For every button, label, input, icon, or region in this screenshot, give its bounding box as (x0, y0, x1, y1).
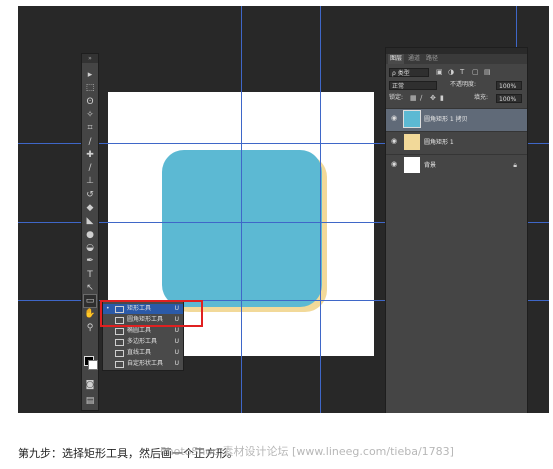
rounded-rectangle-shape[interactable] (162, 150, 322, 307)
magic-wand-icon[interactable]: ✧ (84, 109, 96, 121)
flyout-item[interactable]: 椭圆工具 U (103, 326, 183, 336)
layers-panel: 图层 通道 路径 ρ 类型 ▣ ◑ T ▢ ▤ 正常 不透明度: 100% 锁定… (385, 47, 528, 413)
flyout-item-label: 直线工具 (127, 349, 152, 356)
flyout-item-label: 自定形状工具 (127, 360, 164, 367)
layer-row[interactable]: ◉ 圆角矩形 1 拷贝 (386, 108, 527, 131)
layer-name: 圆角矩形 1 (424, 139, 454, 146)
filter-adjustment-icon[interactable]: ◑ (448, 67, 454, 77)
dodge-icon[interactable]: ◒ (84, 242, 96, 254)
zoom-icon[interactable]: ⚲ (84, 322, 96, 334)
marquee-icon[interactable]: ⬚ (84, 82, 96, 94)
move-icon[interactable]: ▸ (84, 69, 96, 81)
shape-tool-icon (115, 361, 124, 368)
tab-paths[interactable]: 路径 (426, 54, 438, 64)
filter-type-icon[interactable]: T (460, 67, 464, 77)
shortcut-key: U (174, 338, 179, 345)
opacity-input[interactable]: 100% (496, 81, 522, 90)
layer-name: 圆角矩形 1 拷贝 (424, 116, 468, 123)
tab-channels[interactable]: 通道 (408, 54, 420, 64)
blend-mode-select[interactable]: 正常 (389, 81, 437, 90)
guide-vertical[interactable] (241, 6, 242, 413)
shape-tool-icon (115, 339, 124, 346)
shortcut-key: U (174, 360, 179, 367)
lock-icon: 🔒︎ (513, 161, 517, 169)
lasso-icon[interactable]: ʘ (84, 96, 96, 108)
tools-panel-header[interactable]: » (82, 54, 98, 63)
photoshop-workspace: » ▸ ⬚ ʘ ✧ ⌗ ∕ ✚ ∕ ⊥ ↺ ◆ ◣ ● ◒ ✒ T ↖ ▭ ✋ ⚲ ◙ ▤ • 矩形工具 U 圆角矩形工具 U… (18, 6, 549, 413)
layer-thumbnail (404, 134, 420, 150)
pen-icon[interactable]: ✒ (84, 255, 96, 267)
tab-layers[interactable]: 图层 (388, 54, 405, 64)
layer-thumbnail (404, 157, 420, 173)
crop-icon[interactable]: ⌗ (84, 122, 96, 134)
visibility-eye-icon[interactable]: ◉ (391, 114, 397, 122)
healing-brush-icon[interactable]: ✚ (84, 149, 96, 161)
path-selection-icon[interactable]: ↖ (84, 282, 96, 294)
shortcut-key: U (174, 327, 179, 334)
flyout-item-label: 椭圆工具 (127, 327, 152, 334)
history-brush-icon[interactable]: ↺ (84, 189, 96, 201)
type-icon[interactable]: T (84, 269, 96, 281)
rectangle-tool-icon[interactable]: ▭ (83, 294, 97, 309)
visibility-eye-icon[interactable]: ◉ (391, 137, 397, 145)
lock-transparency-icon[interactable]: ▦ (410, 93, 417, 103)
quick-mask-icon[interactable]: ◙ (84, 379, 96, 391)
clone-stamp-icon[interactable]: ⊥ (84, 175, 96, 187)
lock-label: 锁定: (389, 94, 404, 101)
flyout-item-label: 多边形工具 (127, 338, 158, 345)
guide-vertical[interactable] (320, 6, 321, 413)
layers-panel-tabs: 图层 通道 路径 (386, 54, 527, 64)
fill-input[interactable]: 100% (496, 94, 522, 103)
flyout-item[interactable]: 多边形工具 U (103, 337, 183, 347)
filter-shape-icon[interactable]: ▢ (472, 67, 479, 77)
shape-tool-icon (115, 328, 124, 335)
hand-icon[interactable]: ✋ (84, 308, 96, 320)
brush-icon[interactable]: ∕ (84, 162, 96, 174)
layer-thumbnail (403, 110, 421, 128)
blur-icon[interactable]: ● (84, 229, 96, 241)
filter-smart-object-icon[interactable]: ▤ (484, 67, 491, 77)
eyedropper-icon[interactable]: ∕ (84, 136, 96, 148)
lock-image-icon[interactable]: ∕ (420, 93, 422, 103)
annotation-highlight-box (100, 300, 203, 327)
shape-tool-icon (115, 350, 124, 357)
lock-position-icon[interactable]: ✥ (430, 93, 436, 103)
flyout-item[interactable]: 直线工具 U (103, 348, 183, 358)
watermark-text: PhotoShop 素材设计论坛 [www.lineeg.com/tieba/1… (160, 445, 454, 458)
flyout-item[interactable]: 自定形状工具 U (103, 359, 183, 369)
filter-pixel-icon[interactable]: ▣ (436, 67, 443, 77)
opacity-label: 不透明度: (450, 81, 477, 88)
background-color-swatch[interactable] (88, 360, 98, 370)
layer-filter-select[interactable]: ρ 类型 (389, 68, 429, 77)
tools-panel: » ▸ ⬚ ʘ ✧ ⌗ ∕ ✚ ∕ ⊥ ↺ ◆ ◣ ● ◒ ✒ T ↖ ▭ ✋ ⚲ ◙ ▤ (81, 53, 99, 411)
screen-mode-icon[interactable]: ▤ (84, 395, 96, 407)
layer-name: 背景 (424, 162, 437, 169)
layer-row[interactable]: ◉ 背景 🔒︎ (386, 154, 527, 177)
lock-all-icon[interactable]: ▮ (440, 93, 444, 103)
eraser-icon[interactable]: ◆ (84, 202, 96, 214)
visibility-eye-icon[interactable]: ◉ (391, 160, 397, 168)
layer-row[interactable]: ◉ 圆角矩形 1 (386, 131, 527, 154)
fill-label: 填充: (474, 94, 489, 101)
shortcut-key: U (174, 349, 179, 356)
paint-bucket-icon[interactable]: ◣ (84, 215, 96, 227)
